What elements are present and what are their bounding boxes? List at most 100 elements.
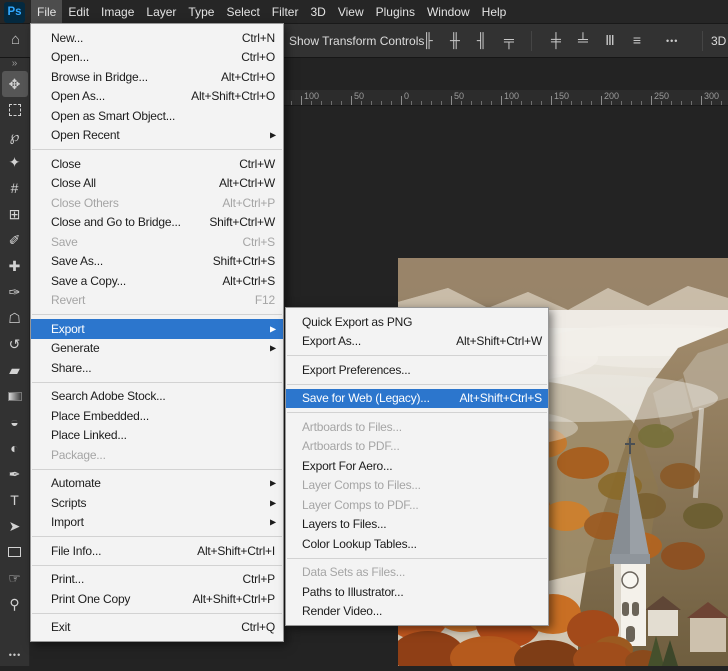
ruler-label: 50 [454, 91, 465, 101]
menu-item-label: Place Embedded... [51, 408, 149, 423]
file-menu-close-all[interactable]: Close All Alt+Ctrl+W [31, 174, 283, 194]
file-menu: New... Ctrl+N Open... Ctrl+O Browse in Bridg… [30, 23, 284, 642]
export-menu-layers-to-files[interactable]: Layers to Files... [286, 515, 548, 535]
menubar-item-layer[interactable]: Layer [140, 0, 182, 24]
file-menu-separator [32, 314, 282, 315]
path-selection-tool[interactable]: ➤ [2, 513, 28, 539]
file-menu-automate[interactable]: Automate ▶ [31, 474, 283, 494]
file-menu-save-as[interactable]: Save As... Shift+Ctrl+S [31, 252, 283, 272]
gradient-tool[interactable] [2, 383, 28, 409]
file-menu-search-adobe-stock[interactable]: Search Adobe Stock... [31, 387, 283, 407]
file-menu-new[interactable]: New... Ctrl+N [31, 28, 283, 48]
lasso-tool[interactable]: ℘ [2, 123, 28, 149]
menu-item-shortcut: F12 [254, 293, 275, 308]
move-tool[interactable]: ✥ [1, 71, 28, 97]
menu-item-shortcut: Ctrl+W [239, 156, 275, 171]
file-menu-import[interactable]: Import ▶ [31, 513, 283, 533]
rectangle-tool[interactable] [2, 539, 28, 565]
file-menu-place-linked[interactable]: Place Linked... [31, 426, 283, 446]
export-menu-save-for-web-legacy[interactable]: Save for Web (Legacy)... Alt+Shift+Ctrl+S [286, 388, 548, 408]
export-menu-separator [287, 412, 547, 413]
file-menu-open[interactable]: Open... Ctrl+O [31, 48, 283, 68]
menubar-item-file[interactable]: File [31, 0, 63, 24]
file-menu-place-embedded[interactable]: Place Embedded... [31, 406, 283, 426]
menubar-item-select[interactable]: Select [220, 0, 265, 24]
zoom-tool[interactable]: ⚲ [2, 591, 28, 617]
file-menu-exit[interactable]: Exit Ctrl+Q [31, 618, 283, 638]
file-menu-open-recent[interactable]: Open Recent ▶ [31, 126, 283, 146]
menubar-item-type[interactable]: Type [182, 0, 220, 24]
eraser-tool[interactable]: ▰ [2, 357, 28, 383]
file-menu-open-as-smart-object[interactable]: Open as Smart Object... [31, 106, 283, 126]
rectangular-marquee-tool[interactable] [2, 97, 28, 123]
align-horizontal-centers-icon[interactable]: ╫ [447, 32, 463, 48]
align-left-edges-icon[interactable]: ╟ [420, 32, 436, 48]
file-menu-share[interactable]: Share... [31, 358, 283, 378]
file-menu-open-as[interactable]: Open As... Alt+Shift+Ctrl+O [31, 87, 283, 107]
export-menu-render-video[interactable]: Render Video... [286, 602, 548, 622]
file-menu-save-a-copy[interactable]: Save a Copy... Alt+Ctrl+S [31, 271, 283, 291]
align-top-edges-icon[interactable]: ╤ [501, 32, 517, 48]
menu-item-shortcut: Alt+Ctrl+O [220, 69, 275, 84]
pen-tool[interactable]: ✒ [2, 461, 28, 487]
submenu-arrow-icon: ▶ [270, 478, 276, 488]
file-menu-generate[interactable]: Generate ▶ [31, 339, 283, 359]
menubar-item-window[interactable]: Window [421, 0, 476, 24]
more-options-icon[interactable]: ••• [666, 36, 678, 46]
file-menu-scripts[interactable]: Scripts ▶ [31, 493, 283, 513]
export-menu-color-lookup-tables[interactable]: Color Lookup Tables... [286, 534, 548, 554]
move-tool-icon: ✥ [8, 75, 21, 92]
submenu-arrow-icon: ▶ [270, 130, 276, 140]
export-menu-export-for-aero[interactable]: Export For Aero... [286, 456, 548, 476]
dodge-tool[interactable]: ◐ [2, 435, 28, 461]
toolbar-expand-icon[interactable]: » [0, 58, 29, 71]
menubar-item-image[interactable]: Image [95, 0, 140, 24]
menubar-item-help[interactable]: Help [476, 0, 513, 24]
eyedropper-tool[interactable]: ✐ [2, 227, 28, 253]
file-menu-print-one-copy[interactable]: Print One Copy Alt+Shift+Ctrl+P [31, 589, 283, 609]
export-menu-paths-to-illustrator[interactable]: Paths to Illustrator... [286, 582, 548, 602]
home-icon[interactable]: ⌂ [11, 31, 20, 48]
spot-healing-brush-tool[interactable]: ✚ [2, 253, 28, 279]
menu-item-label: Artboards to PDF... [302, 439, 400, 454]
frame-tool[interactable]: ⊞ [2, 201, 28, 227]
export-menu-quick-export-as-png[interactable]: Quick Export as PNG [286, 312, 548, 332]
blur-tool[interactable]: ◒ [2, 409, 28, 435]
align-buttons-group: ╟ ╫ ╢ ╤ [420, 32, 517, 48]
brush-tool[interactable]: ✑ [2, 279, 28, 305]
history-brush-tool[interactable]: ↺ [2, 331, 28, 357]
align-vertical-centers-icon[interactable]: ╪ [548, 32, 564, 49]
distribute-horizontal-icon[interactable]: ≡ [629, 32, 645, 49]
file-menu-file-info[interactable]: File Info... Alt+Shift+Ctrl+I [31, 541, 283, 561]
spot-healing-brush-tool-icon: ✚ [8, 257, 21, 274]
photoshop-app-icon[interactable]: Ps [4, 1, 25, 23]
distribute-vertical-icon[interactable]: Ⅲ [602, 32, 618, 49]
menubar-item-filter[interactable]: Filter [266, 0, 305, 24]
file-menu-browse-in-bridge[interactable]: Browse in Bridge... Alt+Ctrl+O [31, 67, 283, 87]
export-menu-separator [287, 355, 547, 356]
file-menu-print[interactable]: Print... Ctrl+P [31, 570, 283, 590]
object-selection-tool[interactable]: ✦ [2, 149, 28, 175]
menu-item-label: Close and Go to Bridge... [51, 215, 181, 230]
file-menu-export[interactable]: Export ▶ [31, 319, 283, 339]
file-menu-close-and-go-to-bridge[interactable]: Close and Go to Bridge... Shift+Ctrl+W [31, 213, 283, 233]
export-menu-export-preferences[interactable]: Export Preferences... [286, 360, 548, 380]
export-menu-export-as[interactable]: Export As... Alt+Shift+Ctrl+W [286, 332, 548, 352]
menubar-item-3d[interactable]: 3D [304, 0, 331, 24]
file-menu-separator [32, 381, 282, 383]
clone-stamp-tool[interactable]: ☖ [2, 305, 28, 331]
align-bottom-edges-icon[interactable]: ╧ [575, 32, 591, 49]
file-menu-close[interactable]: Close Ctrl+W [31, 154, 283, 174]
toolbar-tools: ✥ ℘ ✦ # ⊞ ✐ ✚ ✑ ☖ ↺ ▰ ◒ ◐ ✒ T ➤ ☞ ⚲ [0, 71, 29, 617]
hand-tool[interactable]: ☞ [2, 565, 28, 591]
menu-item-label: Render Video... [302, 604, 383, 619]
crop-tool[interactable]: # [2, 175, 28, 201]
edit-toolbar-icon[interactable]: ••• [0, 650, 30, 660]
menubar-item-plugins[interactable]: Plugins [370, 0, 421, 24]
file-menu-separator [32, 612, 282, 614]
menubar-item-edit[interactable]: Edit [62, 0, 95, 24]
file-menu-separator [32, 149, 282, 150]
align-right-edges-icon[interactable]: ╢ [474, 32, 490, 48]
menubar-item-view[interactable]: View [332, 0, 370, 24]
type-tool[interactable]: T [2, 487, 28, 513]
